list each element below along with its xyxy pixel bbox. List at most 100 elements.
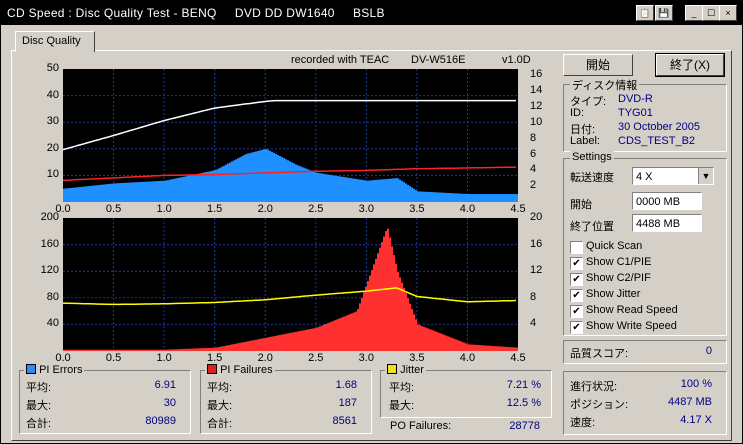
pi-bar	[365, 180, 367, 202]
pi-bar	[117, 349, 119, 351]
pi-bar	[167, 180, 169, 202]
pi-bar	[505, 194, 507, 202]
pi-bar	[359, 303, 361, 351]
pi-bar	[327, 323, 329, 351]
pi-errors-total-value: 80989	[145, 415, 176, 427]
pi-bar	[373, 264, 375, 351]
pi-bar	[483, 194, 485, 202]
pi-errors-total-label: 合計:	[26, 418, 52, 430]
jitter-max-value: 12.5 %	[506, 397, 541, 409]
pi-bar	[227, 345, 229, 351]
pi-bar	[395, 263, 397, 351]
pi-bar	[183, 348, 185, 351]
end-position-input[interactable]: 4488 MB	[632, 214, 702, 232]
pi-bar	[151, 181, 153, 202]
start-button[interactable]: 開始	[563, 54, 633, 76]
checkbox[interactable]: ✔	[570, 273, 583, 286]
save-icon[interactable]: 💾	[655, 5, 673, 21]
copy-icon[interactable]: 📋	[636, 5, 654, 21]
checkbox[interactable]: ✔	[570, 305, 583, 318]
minimize-button[interactable]: _	[685, 5, 703, 21]
bot-x-axis-tick: 3.0	[358, 352, 374, 364]
pi-bar	[355, 311, 357, 351]
pi-bar	[163, 180, 165, 202]
pi-bar	[149, 349, 151, 351]
pi-bar	[467, 344, 469, 351]
pi-bar	[495, 346, 497, 351]
tab-label: Disc Quality	[22, 35, 81, 47]
pi-bar	[265, 337, 267, 351]
pi-bar	[101, 184, 103, 202]
pi-bar	[353, 178, 355, 202]
quality-score-label: 品質スコア:	[570, 348, 629, 360]
pi-bar	[347, 314, 349, 351]
pi-bar	[73, 349, 75, 351]
pi-bar	[491, 194, 493, 202]
chevron-down-icon[interactable]: ▼	[698, 168, 713, 184]
pi-bar	[409, 186, 411, 202]
pi-bar	[361, 297, 363, 351]
pi-bar	[213, 347, 215, 351]
pi-bar	[441, 192, 443, 202]
pi-bar	[303, 330, 305, 351]
pi-bar	[349, 177, 351, 202]
pi-bar	[401, 282, 403, 351]
pi-bar	[341, 317, 343, 351]
pi-errors-color-swatch	[26, 364, 36, 374]
pi-bar	[235, 159, 237, 202]
disc-label-label: Label:	[570, 135, 600, 147]
pi-bar	[375, 179, 377, 202]
pi-bar	[237, 343, 239, 351]
pi-bar	[333, 175, 335, 202]
pi-bar	[379, 179, 381, 202]
checkbox[interactable]: ✔	[570, 321, 583, 334]
pi-bar	[455, 339, 457, 351]
pi-bar	[365, 286, 367, 351]
speed-select[interactable]: 4 X ▼	[632, 167, 714, 185]
pi-bar	[143, 181, 145, 202]
pi-bar	[229, 344, 231, 351]
jitter-title: Jitter	[400, 364, 424, 376]
pi-bar	[427, 191, 429, 202]
exit-button[interactable]: 終了(X)	[655, 53, 725, 77]
tab-disc-quality[interactable]: Disc Quality	[15, 31, 95, 52]
pi-bar	[287, 333, 289, 351]
pi-bar	[221, 166, 223, 202]
pi-bar	[313, 328, 315, 351]
pi-bar	[289, 333, 291, 351]
pi-bar	[311, 328, 313, 351]
top-right-axis-tick: 16	[530, 68, 543, 81]
pi-bar	[407, 184, 409, 202]
pi-bar	[377, 253, 379, 351]
pi-bar	[357, 308, 359, 351]
pi-bar	[383, 179, 385, 202]
close-button[interactable]: ×	[719, 5, 737, 21]
checkbox[interactable]: ✔	[570, 289, 583, 302]
pi-bar	[131, 182, 133, 202]
top-left-axis-tick: 30	[46, 115, 59, 128]
pi-bar	[277, 154, 279, 202]
top-right-axis-tick: 10	[530, 115, 543, 128]
checkbox[interactable]: ✔	[570, 257, 583, 270]
pi-bar	[191, 348, 193, 351]
read-speed-line	[63, 99, 516, 151]
checkbox[interactable]	[570, 241, 583, 254]
pi-bar	[139, 349, 141, 351]
end-position-label: 終了位置	[570, 221, 614, 233]
pi-bar	[411, 308, 413, 351]
version: v1.0D	[502, 54, 531, 66]
pi-bar	[437, 192, 439, 202]
pi-bar	[453, 193, 455, 202]
start-position-input[interactable]: 0000 MB	[632, 192, 702, 210]
pi-bar	[209, 171, 211, 202]
maximize-button[interactable]: ☐	[702, 5, 720, 21]
pi-bar	[421, 326, 423, 351]
pi-bar	[105, 184, 107, 202]
jitter-line	[63, 287, 517, 306]
pi-bar	[297, 165, 299, 202]
pi-bar	[447, 336, 449, 351]
pi-bar	[245, 154, 247, 202]
pi-bar	[491, 345, 493, 351]
pi-bar	[403, 287, 405, 351]
pi-bar	[159, 349, 161, 351]
